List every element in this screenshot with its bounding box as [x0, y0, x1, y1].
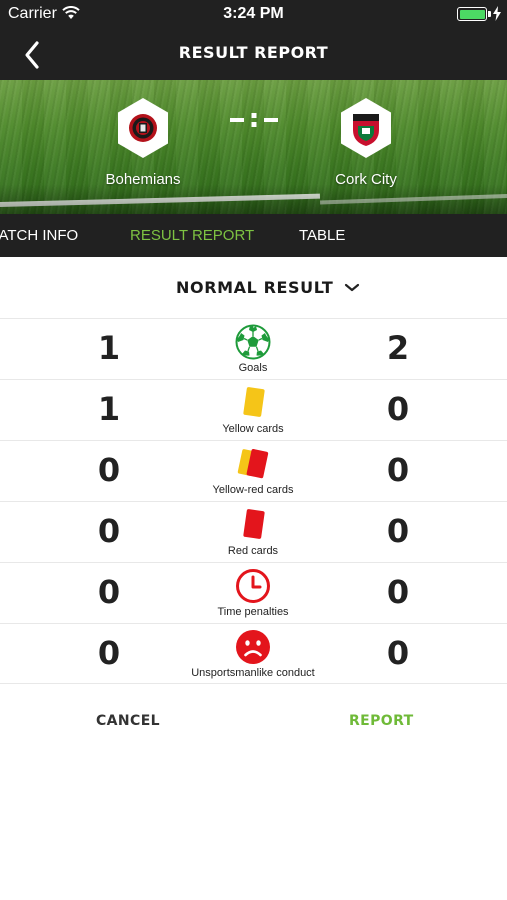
away-goals-value[interactable]: 2 — [378, 329, 418, 367]
away-unsportsmanlike-value[interactable]: 0 — [378, 634, 418, 672]
stat-yellow-red-cards: Yellow-red cards — [153, 446, 353, 496]
action-bar: CANCEL REPORT — [0, 700, 507, 744]
away-team: Cork City — [296, 96, 436, 188]
away-team-name: Cork City — [335, 171, 397, 188]
stat-label: Red cards — [227, 545, 279, 557]
away-time-penalties-value[interactable]: 0 — [378, 573, 418, 611]
away-red-cards-value[interactable]: 0 — [378, 512, 418, 550]
cork-city-crest-icon — [341, 98, 391, 158]
stat-row-yellow-cards: 1 Yellow cards 0 — [0, 379, 507, 440]
away-yellow-red-cards-value[interactable]: 0 — [378, 451, 418, 489]
stats-list: 1 Goals 2 1 Yellow cards 0 0 Yellow-red … — [0, 318, 507, 684]
status-bar: Carrier 3:24 PM — [0, 0, 507, 28]
chevron-down-icon — [344, 283, 360, 292]
page-title: RESULT REPORT — [178, 43, 329, 62]
stat-label: Goals — [238, 362, 268, 374]
result-type-label: NORMAL RESULT — [176, 278, 334, 297]
red-card-icon — [243, 509, 265, 539]
stat-red-cards: Red cards — [153, 507, 353, 557]
navigation-bar: RESULT REPORT — [0, 28, 507, 80]
home-unsportsmanlike-value[interactable]: 0 — [89, 634, 129, 672]
battery-icon — [457, 7, 487, 21]
charging-icon — [493, 6, 501, 21]
home-team: Bohemians — [73, 96, 213, 188]
home-team-name: Bohemians — [105, 171, 181, 188]
home-yellow-cards-value[interactable]: 1 — [89, 390, 129, 428]
stat-label: Yellow cards — [222, 423, 284, 435]
battery-fill — [459, 9, 485, 19]
home-red-cards-value[interactable]: 0 — [89, 512, 129, 550]
stat-label: Yellow-red cards — [212, 484, 294, 496]
stat-yellow-cards: Yellow cards — [153, 385, 353, 435]
stat-row-red-cards: 0 Red cards 0 — [0, 501, 507, 562]
match-header: Bohemians Cork City — [0, 80, 507, 214]
stat-goals: Goals — [153, 324, 353, 374]
stat-row-time-penalties: 0 Time penalties 0 — [0, 562, 507, 623]
tab-table[interactable]: TABLE — [299, 227, 345, 244]
clock-time: 3:24 PM — [223, 5, 284, 22]
tab-match-info[interactable]: MATCH INFO — [0, 227, 78, 244]
result-type-dropdown[interactable]: NORMAL RESULT — [0, 258, 507, 318]
stat-unsportsmanlike-conduct: Unsportsmanlike conduct — [153, 629, 353, 679]
home-time-penalties-value[interactable]: 0 — [89, 573, 129, 611]
tab-bar: MATCH INFO RESULT REPORT TABLE — [0, 214, 507, 257]
yellow-red-card-icon — [237, 448, 269, 479]
soccer-ball-icon — [235, 324, 271, 360]
stat-time-penalties: Time penalties — [153, 568, 353, 618]
dash-colon-dash-icon — [230, 113, 278, 127]
stat-label: Time penalties — [217, 606, 289, 618]
away-yellow-cards-value[interactable]: 0 — [378, 390, 418, 428]
stat-row-unsportsmanlike-conduct: 0 Unsportsmanlike conduct 0 — [0, 623, 507, 684]
stat-row-yellow-red-cards: 0 Yellow-red cards 0 — [0, 440, 507, 501]
sad-face-icon — [236, 630, 270, 664]
bohemians-crest-icon — [118, 98, 168, 158]
report-button[interactable]: REPORT — [349, 713, 414, 729]
cancel-button[interactable]: CANCEL — [96, 713, 160, 729]
battery-cap — [488, 11, 491, 17]
stat-row-goals: 1 Goals 2 — [0, 318, 507, 379]
home-goals-value[interactable]: 1 — [89, 329, 129, 367]
yellow-card-icon — [243, 387, 265, 417]
stat-label: Unsportsmanlike conduct — [191, 667, 315, 679]
tab-result-report[interactable]: RESULT REPORT — [130, 227, 254, 244]
clock-icon — [236, 569, 270, 603]
home-yellow-red-cards-value[interactable]: 0 — [89, 451, 129, 489]
